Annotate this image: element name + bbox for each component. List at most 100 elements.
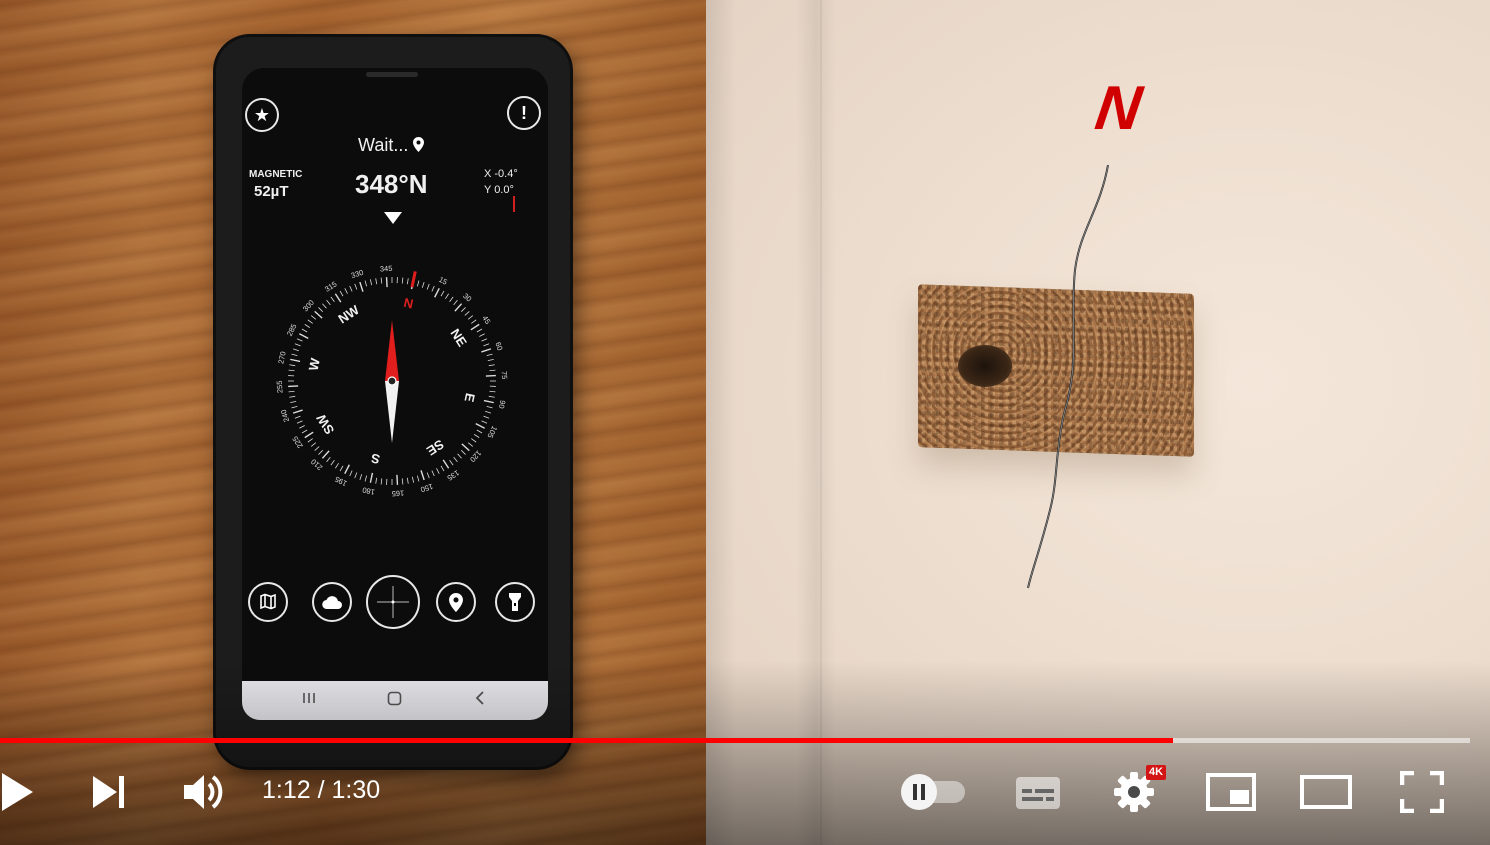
- dial-tick: [461, 307, 466, 312]
- dial-tick: [375, 477, 378, 484]
- dial-tick: [291, 405, 298, 409]
- miniplayer-button[interactable]: [1205, 772, 1257, 812]
- dial-degree-label: 180: [362, 485, 376, 496]
- dial-tick: [296, 420, 303, 424]
- dial-degree-label: 75: [500, 371, 509, 380]
- dial-tick: [344, 288, 348, 294]
- dial-tick: [431, 285, 435, 292]
- dial-tick: [486, 405, 493, 409]
- progress-bar-played: [0, 738, 1174, 743]
- dial-tick: [326, 299, 331, 306]
- north-marker: [410, 271, 417, 288]
- dial-tick: [426, 472, 430, 479]
- north-marker-letter: N: [1091, 74, 1146, 143]
- dial-tick: [354, 472, 358, 479]
- info-alert-glyph: !: [521, 102, 527, 123]
- dial-tick: [290, 358, 301, 363]
- dial-tick: [322, 303, 327, 309]
- dial-tick: [364, 475, 368, 482]
- dial-tick: [481, 338, 488, 342]
- dial-tick: [440, 290, 445, 297]
- dial-tick: [457, 453, 462, 459]
- dial-tick: [416, 475, 420, 482]
- dial-degree-label: 255: [275, 380, 285, 393]
- dial-tick: [321, 450, 330, 459]
- play-icon: [2, 773, 33, 811]
- dial-tick: [307, 438, 313, 443]
- subtitles-icon: [1016, 777, 1060, 809]
- dial-tick: [476, 429, 483, 434]
- dial-degree-label: 90: [497, 399, 508, 409]
- dial-tick: [475, 423, 485, 429]
- volume-button[interactable]: [180, 770, 226, 814]
- dial-cardinal-label: S: [369, 450, 381, 467]
- dial-tick: [291, 353, 298, 357]
- dial-tick: [307, 319, 313, 324]
- dial-tick: [380, 478, 383, 485]
- dial-degree-label: 45: [480, 314, 492, 326]
- dial-degree-label: 150: [419, 482, 434, 494]
- heading-pointer-icon: [384, 212, 402, 224]
- dial-tick: [488, 395, 495, 398]
- dial-tick: [290, 400, 297, 404]
- dial-tick: [476, 328, 483, 333]
- theater-icon: [1300, 775, 1352, 809]
- dial-tick: [401, 478, 404, 485]
- dial-cardinal-label: SE: [424, 437, 447, 459]
- dial-tick: [294, 415, 301, 419]
- sponge-hole: [958, 345, 1012, 387]
- dial-tick: [314, 446, 320, 451]
- dial-tick: [473, 434, 480, 438]
- fullscreen-button[interactable]: [1399, 770, 1445, 814]
- dial-tick: [434, 288, 440, 298]
- next-button[interactable]: [88, 772, 128, 812]
- dial-degree-label: 30: [461, 291, 473, 303]
- video-player[interactable]: ★ ! Wait... MAGNETIC 52µT 348°N X -0.4° …: [0, 0, 1490, 845]
- dial-tick: [440, 465, 445, 472]
- dial-tick: [354, 283, 358, 290]
- theater-mode-button[interactable]: [1299, 774, 1353, 810]
- dial-degree-label: 315: [323, 279, 338, 293]
- dial-tick: [486, 353, 493, 357]
- dial-cardinal-label: NE: [447, 326, 470, 350]
- dial-tick: [289, 364, 296, 367]
- dial-tick: [481, 348, 492, 353]
- dial-cardinal-label: NW: [336, 302, 363, 327]
- dial-degree-label: 270: [276, 351, 287, 365]
- location-status: Wait...: [358, 135, 425, 156]
- autoplay-toggle[interactable]: [898, 772, 968, 812]
- dial-degree-label: 15: [437, 275, 449, 287]
- dial-tick: [288, 385, 299, 388]
- dial-tick: [461, 443, 470, 452]
- location-status-text: Wait...: [358, 135, 409, 155]
- crosshair-icon: [366, 575, 420, 629]
- dial-tick: [292, 409, 303, 414]
- dial-tick: [380, 277, 383, 284]
- dial-cardinal-label: SW: [313, 411, 337, 437]
- dial-tick: [301, 328, 308, 333]
- dial-degree-label: 330: [350, 268, 365, 280]
- dial-tick: [359, 281, 364, 292]
- dial-tick: [411, 476, 415, 483]
- dial-tick: [326, 456, 331, 463]
- dial-tick: [364, 280, 368, 287]
- info-alert-icon: !: [507, 96, 541, 130]
- dial-tick: [406, 278, 409, 285]
- dial-degree-label: 285: [285, 322, 299, 337]
- volume-icon: [184, 775, 223, 809]
- dial-tick: [483, 399, 494, 404]
- play-button[interactable]: [0, 772, 36, 812]
- dial-tick: [299, 333, 309, 339]
- dial-cardinal-label: E: [461, 392, 478, 404]
- subtitles-button[interactable]: [1014, 774, 1062, 812]
- dial-tick: [334, 293, 342, 303]
- next-icon: [93, 776, 124, 808]
- dial-tick: [349, 285, 353, 292]
- dial-degree-label: 300: [301, 298, 316, 313]
- dial-degree-label: 60: [493, 341, 504, 352]
- map-icon: [248, 582, 288, 622]
- dial-tick: [426, 283, 430, 290]
- dial-tick: [471, 438, 477, 443]
- dial-degree-label: 210: [309, 457, 324, 472]
- dial-tick: [304, 324, 311, 328]
